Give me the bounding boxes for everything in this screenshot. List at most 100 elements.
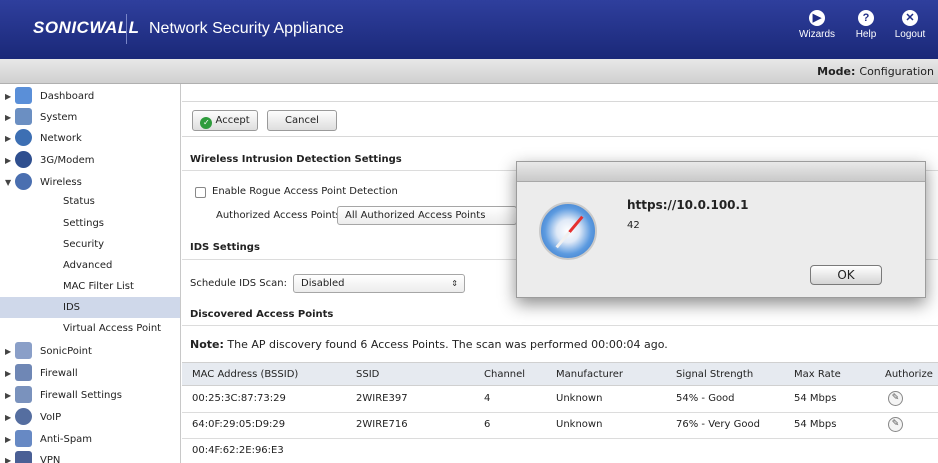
sidebar-sub-ids[interactable]: IDS: [0, 297, 180, 318]
select-caret-icon: ⇕: [451, 279, 458, 288]
sidebar-item-system[interactable]: ▶ System: [0, 107, 180, 128]
vpn-icon: [15, 451, 32, 463]
wids-section-title: Wireless Intrusion Detection Settings: [190, 154, 402, 165]
sidebar-item-network[interactable]: ▶ Network: [0, 128, 180, 149]
table-cell: 54 Mbps: [794, 393, 837, 404]
sidebar-item-firewall-settings[interactable]: ▶ Firewall Settings: [0, 385, 180, 406]
sidebar-item-dashboard[interactable]: ▶ Dashboard: [0, 86, 180, 107]
cancel-label: Cancel: [285, 115, 319, 126]
table-cell: 54 Mbps: [794, 419, 837, 430]
table-cell: 00:4F:62:2E:96:E3: [192, 445, 284, 456]
sidebar-item-3g-modem[interactable]: ▶ 3G/Modem: [0, 150, 180, 171]
table-cell: Unknown: [556, 393, 603, 404]
expand-arrow-icon: ▶: [5, 156, 12, 165]
logout-icon: ✕: [902, 10, 918, 26]
ok-button[interactable]: OK: [810, 265, 882, 285]
mode-label: Mode:: [817, 65, 856, 78]
column-signal-strength[interactable]: Signal Strength: [676, 369, 753, 380]
schedule-ids-label: Schedule IDS Scan:: [190, 278, 287, 289]
sidebar-item-label: Firewall: [40, 368, 78, 379]
authorize-icon[interactable]: ✎: [888, 417, 903, 432]
sidebar-sub-security[interactable]: Security: [0, 234, 180, 255]
sidebar-sub-mac-filter-list[interactable]: MAC Filter List: [0, 276, 180, 297]
sidebar-item-anti-spam[interactable]: ▶ Anti-Spam: [0, 429, 180, 450]
dialog-title: https://10.0.100.1: [627, 198, 749, 212]
table-cell: 2WIRE716: [356, 419, 408, 430]
sidebar-item-voip[interactable]: ▶ VoIP: [0, 407, 180, 428]
header-bar: SONICWALL Network Security Appliance ▶ W…: [0, 0, 938, 59]
product-title: Network Security Appliance: [149, 20, 344, 37]
table-cell: 6: [484, 419, 491, 430]
dialog-titlebar[interactable]: [517, 162, 925, 182]
sidebar-sub-label: Settings: [63, 218, 105, 229]
table-cell: 54% - Good: [676, 393, 735, 404]
expand-arrow-icon: ▶: [5, 369, 12, 378]
table-cell: 76% - Very Good: [676, 419, 760, 430]
sonicpoint-icon: [15, 342, 32, 359]
sidebar-sub-label: Status: [63, 196, 95, 207]
sidebar-item-label: Network: [40, 133, 82, 144]
sidebar-item-label: Firewall Settings: [40, 390, 122, 401]
sidebar-sub-status[interactable]: Status: [0, 191, 180, 212]
sidebar-sub-label: Virtual Access Point: [63, 323, 162, 334]
table-cell: 64:0F:29:05:D9:29: [192, 419, 286, 430]
column-mac[interactable]: MAC Address (BSSID): [192, 369, 298, 380]
sidebar-sub-label: MAC Filter List: [63, 281, 134, 292]
sidebar-item-sonicpoint[interactable]: ▶ SonicPoint: [0, 341, 180, 362]
rogue-ap-label: Enable Rogue Access Point Detection: [212, 186, 398, 197]
network-icon: [15, 129, 32, 146]
ids-section-title: IDS Settings: [190, 242, 260, 253]
help-button[interactable]: ? Help: [842, 10, 890, 40]
wizards-button[interactable]: ▶ Wizards: [793, 10, 841, 40]
sidebar-item-label: Dashboard: [40, 91, 95, 102]
row-divider: [182, 438, 938, 439]
rogue-ap-checkbox[interactable]: [195, 187, 206, 198]
authorized-ap-label: Authorized Access Points:: [216, 210, 345, 221]
authorized-ap-select[interactable]: All Authorized Access Points: [337, 206, 517, 225]
firewall-settings-icon: [15, 386, 32, 403]
schedule-ids-value: Disabled: [301, 278, 345, 289]
schedule-ids-select[interactable]: Disabled ⇕: [293, 274, 465, 293]
table-cell: Unknown: [556, 419, 603, 430]
sidebar-sub-virtual-access-point[interactable]: Virtual Access Point: [0, 318, 180, 339]
logout-button[interactable]: ✕ Logout: [886, 10, 934, 40]
sidebar-item-label: VoIP: [40, 412, 62, 423]
authorize-icon[interactable]: ✎: [888, 391, 903, 406]
sidebar-sub-settings[interactable]: Settings: [0, 213, 180, 234]
note-text: The AP discovery found 6 Access Points. …: [227, 338, 668, 351]
column-channel[interactable]: Channel: [484, 369, 525, 380]
accept-label: Accept: [215, 115, 250, 126]
checkmark-icon: ✓: [200, 117, 213, 129]
sidebar-sub-label: Advanced: [63, 260, 113, 271]
mode-value: Configuration: [859, 65, 934, 78]
accept-button[interactable]: ✓ Accept: [192, 110, 258, 131]
cancel-button[interactable]: Cancel: [267, 110, 337, 131]
header-divider: [126, 14, 127, 44]
anti-spam-icon: [15, 430, 32, 447]
alert-dialog: https://10.0.100.1 42 OK: [516, 161, 926, 298]
help-label: Help: [855, 29, 877, 40]
sidebar-item-firewall[interactable]: ▶ Firewall: [0, 363, 180, 384]
expand-arrow-icon: ▶: [5, 113, 12, 122]
wizards-label: Wizards: [798, 29, 836, 40]
toolbar: ✓ Accept Cancel: [182, 102, 938, 137]
sidebar-sub-label: Security: [63, 239, 105, 250]
column-manufacturer[interactable]: Manufacturer: [556, 369, 623, 380]
collapse-arrow-icon: ▼: [5, 178, 12, 187]
sidebar-sub-advanced[interactable]: Advanced: [0, 255, 180, 276]
column-ssid[interactable]: SSID: [356, 369, 379, 380]
sidebar-sub-label: IDS: [63, 302, 80, 313]
expand-arrow-icon: ▶: [5, 92, 12, 101]
wireless-icon: [15, 173, 32, 190]
sidebar: ▶ Dashboard ▶ System ▶ Network ▶ 3G/Mode…: [0, 84, 181, 463]
sidebar-item-wireless[interactable]: ▼ Wireless: [0, 172, 180, 193]
safari-compass-icon: [539, 202, 597, 260]
sidebar-item-vpn[interactable]: ▶ VPN: [0, 450, 180, 463]
wizard-icon: ▶: [809, 10, 825, 26]
column-max-rate[interactable]: Max Rate: [794, 369, 841, 380]
section-divider: [182, 325, 938, 326]
sidebar-item-label: Anti-Spam: [40, 434, 93, 445]
column-authorize[interactable]: Authorize: [885, 369, 933, 380]
expand-arrow-icon: ▶: [5, 347, 12, 356]
note-label: Note:: [190, 338, 224, 351]
